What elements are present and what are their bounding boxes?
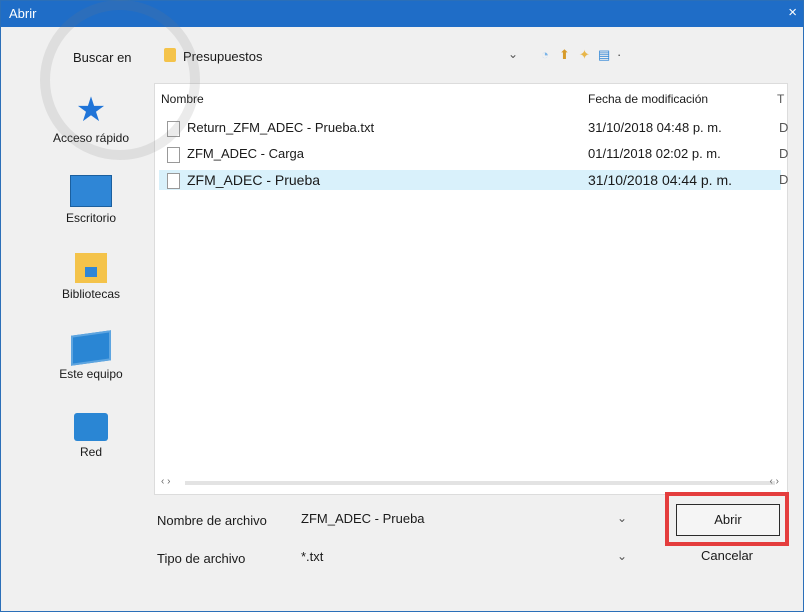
view-menu-caret-icon[interactable]: · <box>617 47 621 62</box>
file-name: ZFM_ADEC - Prueba <box>187 172 321 188</box>
scrollbar-thumb[interactable] <box>185 481 775 485</box>
chevron-down-icon[interactable]: ⌄ <box>508 47 518 61</box>
open-button[interactable]: Abrir <box>676 504 780 536</box>
close-icon[interactable]: × <box>788 4 797 21</box>
file-list[interactable]: Nombre Fecha de modificación T Return_ZF… <box>154 83 788 495</box>
file-type: D <box>779 120 789 135</box>
back-icon[interactable]: ◔ <box>541 47 549 62</box>
place-network[interactable]: Red <box>28 413 154 459</box>
column-header-date[interactable]: Fecha de modificación <box>588 92 708 106</box>
place-label: Red <box>79 445 102 459</box>
file-type: D <box>779 172 789 187</box>
place-desktop[interactable]: Escritorio <box>28 175 154 225</box>
file-date: 31/10/2018 04:44 p. m. <box>588 172 732 188</box>
file-row[interactable]: Return_ZFM_ADEC - Prueba.txt 31/10/2018 … <box>159 118 788 138</box>
cancel-button[interactable]: Cancelar <box>676 541 778 571</box>
filename-label: Nombre de archivo <box>157 513 267 528</box>
file-date: 31/10/2018 04:48 p. m. <box>588 120 722 135</box>
file-row-selected[interactable]: ZFM_ADEC - Prueba 31/10/2018 04:44 p. m.… <box>159 170 788 190</box>
place-libraries[interactable]: Bibliotecas <box>28 253 154 301</box>
column-header-type[interactable]: T <box>777 92 784 106</box>
dialog-title: Abrir <box>9 6 37 21</box>
filetype-select[interactable]: *.txt <box>301 549 323 564</box>
text-file-icon <box>167 147 180 163</box>
up-folder-icon[interactable]: ⬆ <box>559 47 570 63</box>
new-folder-icon[interactable]: ✦ <box>579 47 590 63</box>
filename-dropdown-icon[interactable]: ⌄ <box>617 511 627 525</box>
filename-input[interactable]: ZFM_ADEC - Prueba <box>301 511 425 526</box>
view-menu-icon[interactable]: ▤ <box>598 47 610 63</box>
computer-icon <box>71 330 111 366</box>
network-icon <box>74 413 108 441</box>
filetype-dropdown-icon[interactable]: ⌄ <box>617 549 627 563</box>
file-name: Return_ZFM_ADEC - Prueba.txt <box>187 120 375 135</box>
place-label: Escritorio <box>65 211 116 225</box>
filetype-label: Tipo de archivo <box>157 551 246 566</box>
text-file-icon <box>167 173 180 189</box>
file-type: D <box>779 146 789 161</box>
place-label: Bibliotecas <box>61 287 121 301</box>
watermark-mark <box>40 0 200 160</box>
libraries-icon <box>75 253 107 283</box>
scroll-right-icon[interactable]: ‹ › <box>770 476 779 487</box>
file-row[interactable]: ZFM_ADEC - Carga 01/11/2018 02:02 p. m. … <box>159 144 788 164</box>
file-name: ZFM_ADEC - Carga <box>187 146 305 161</box>
file-date: 01/11/2018 02:02 p. m. <box>588 146 721 161</box>
desktop-icon <box>70 175 112 207</box>
horizontal-scrollbar[interactable]: ‹ › ‹ › <box>157 476 783 490</box>
place-this-pc[interactable]: Este equipo <box>28 330 154 381</box>
place-label: Este equipo <box>59 367 123 381</box>
scroll-left-icon[interactable]: ‹ › <box>161 476 170 487</box>
